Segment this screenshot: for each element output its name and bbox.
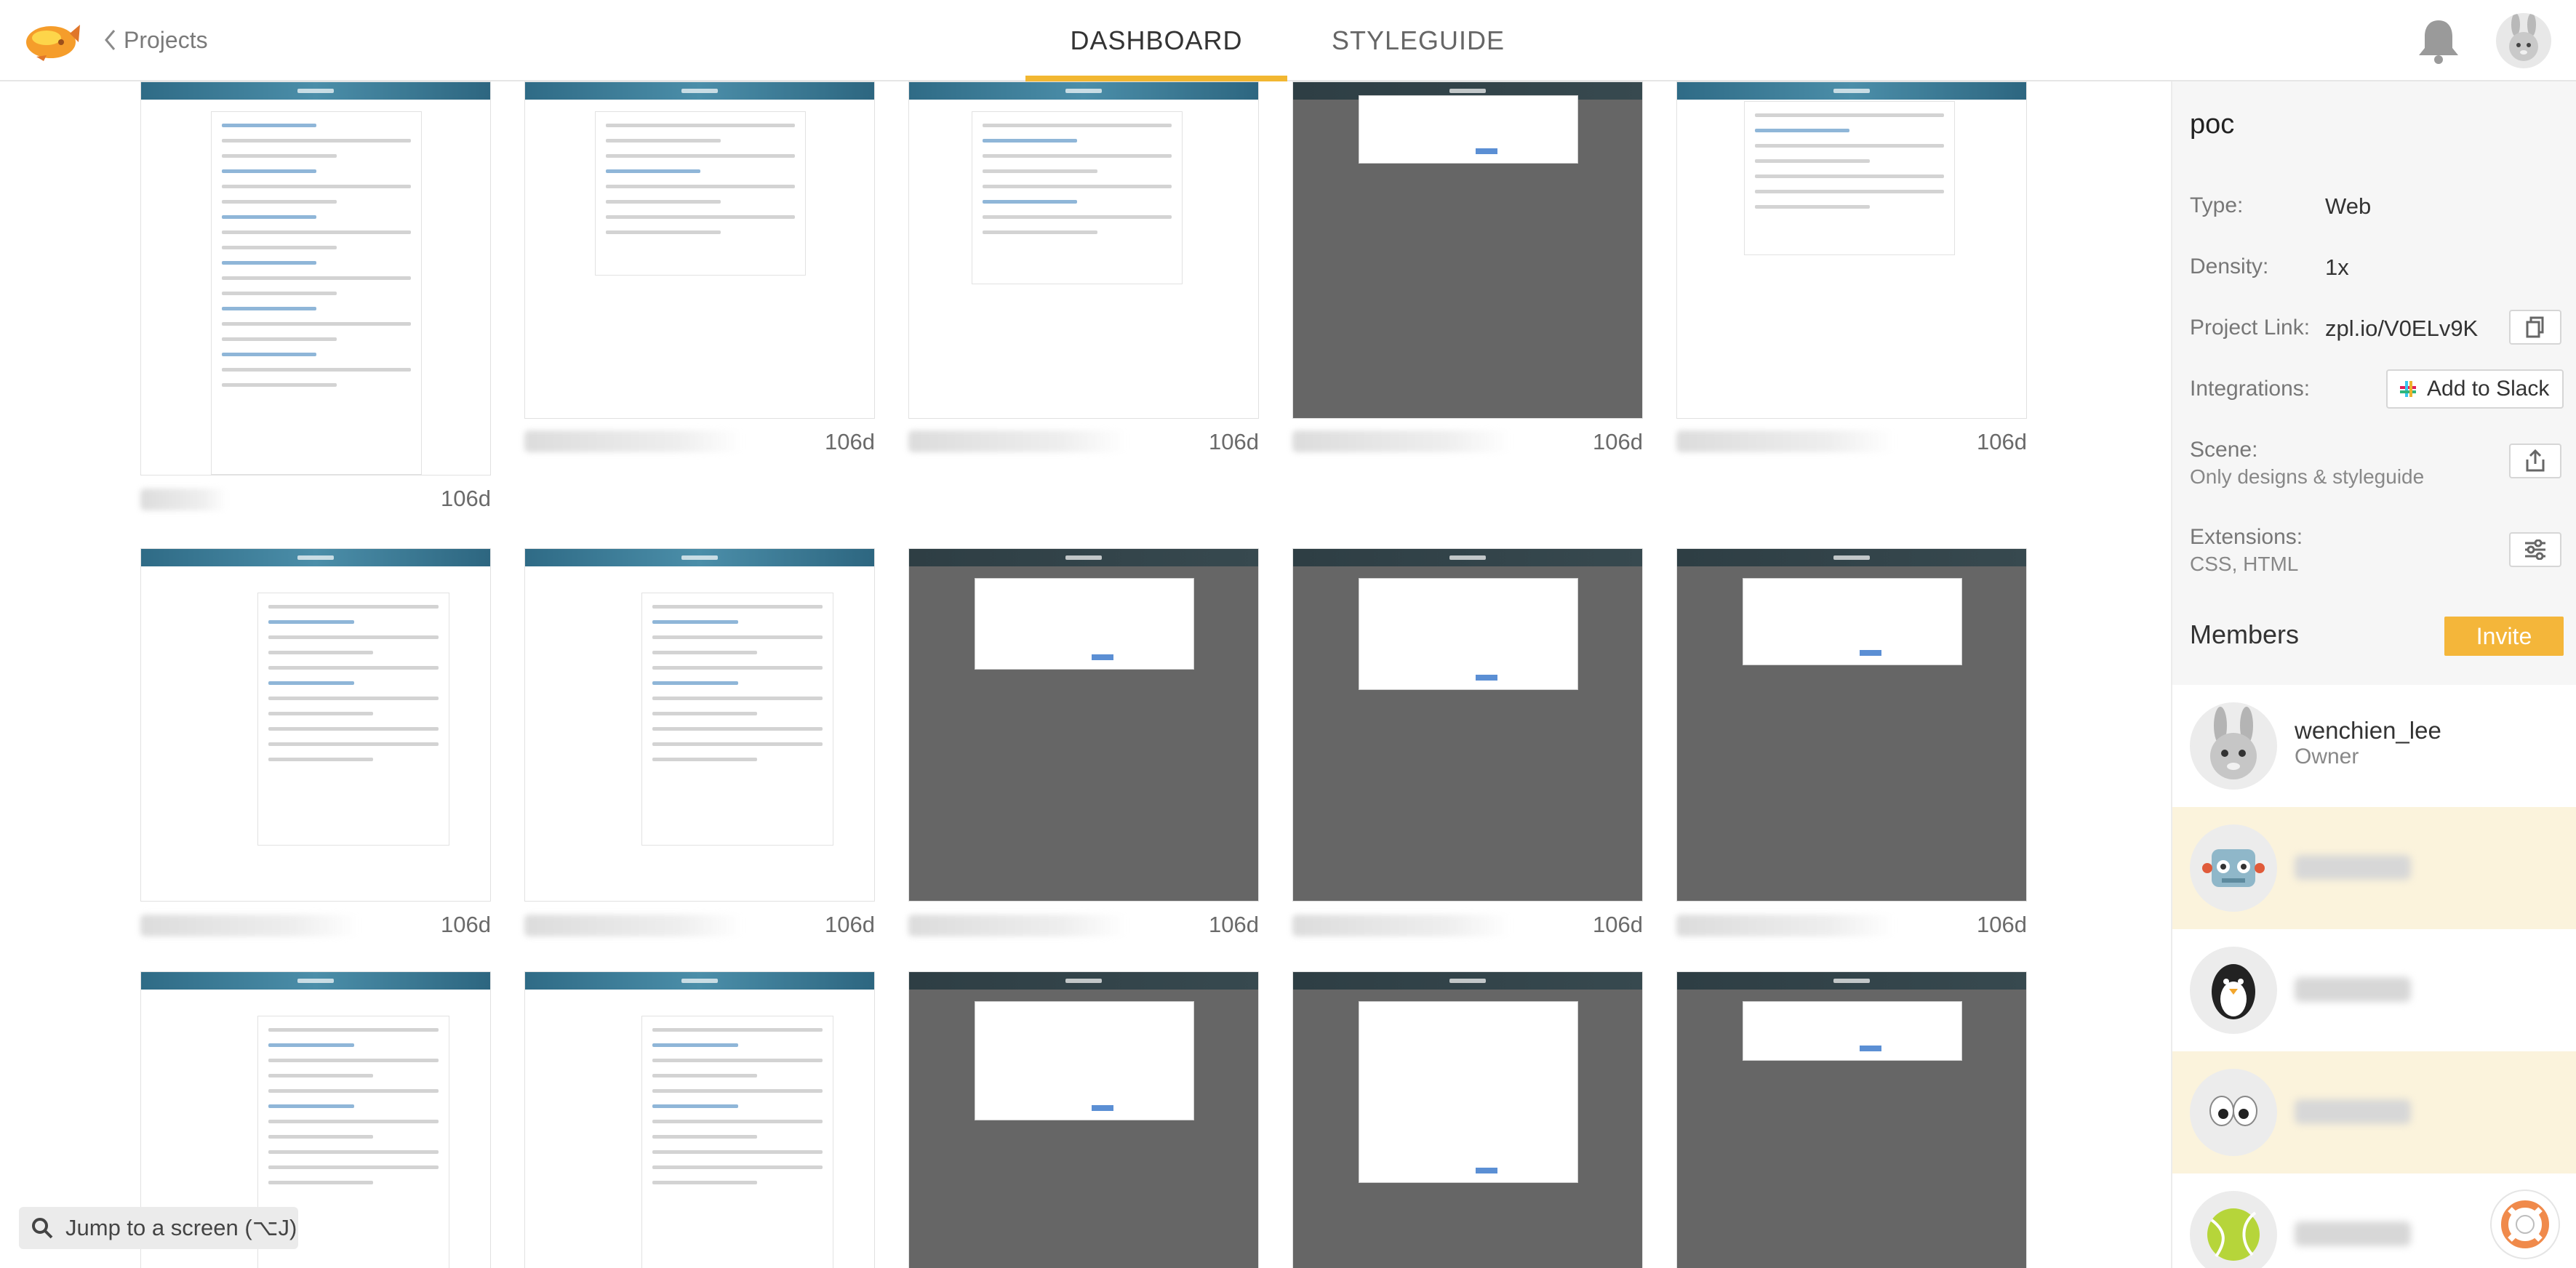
screen-age: 106d <box>825 912 875 937</box>
screen-name-redacted <box>140 915 359 936</box>
screen-name-redacted <box>908 430 1127 452</box>
screens-grid: 106d 106d 106d 106d 106d 106d 106d 106d … <box>0 81 2171 1268</box>
density-label: Density: <box>2190 254 2269 278</box>
scene-value: Only designs & styleguide <box>2190 465 2425 488</box>
screen-name-redacted <box>1292 915 1511 936</box>
density-value: 1x <box>2325 254 2349 280</box>
back-link-label: Projects <box>124 26 208 53</box>
type-value: Web <box>2325 193 2372 219</box>
screen-age: 106d <box>1977 912 2027 937</box>
scene-label: Scene: <box>2190 438 2258 462</box>
top-bar: Projects DASHBOARD STYLEGUIDE <box>0 0 2576 81</box>
screen-name-redacted <box>524 915 743 936</box>
screen-thumbnail <box>1292 548 1643 902</box>
project-sidebar: poc Type: Web Density: 1x Project Link: … <box>2171 81 2576 1268</box>
project-link-value[interactable]: zpl.io/V0ELv9K <box>2325 316 2478 342</box>
screen-thumbnail <box>1292 81 1643 419</box>
extensions-label: Extensions: <box>2190 525 2303 549</box>
eyes-avatar <box>2190 1069 2277 1156</box>
chevron-left-icon <box>105 30 116 50</box>
project-name: poc <box>2190 109 2235 140</box>
member-item[interactable] <box>2172 1051 2576 1173</box>
rabbit-avatar-icon <box>2509 13 2538 61</box>
extensions-settings-button[interactable] <box>2509 532 2561 567</box>
screen-name-redacted <box>140 489 228 510</box>
screen-age: 106d <box>1593 912 1643 937</box>
rabbit-avatar-icon <box>2210 707 2257 779</box>
help-button[interactable] <box>2490 1189 2560 1259</box>
jump-to-screen-button[interactable]: Jump to a screen (⌥J) <box>19 1207 298 1249</box>
search-icon <box>32 1218 53 1239</box>
integrations-label: Integrations: <box>2190 377 2311 401</box>
screen-thumbnail <box>1676 548 2027 902</box>
screen-name-redacted <box>1676 430 1895 452</box>
screen-age: 106d <box>441 912 491 937</box>
screen-thumbnail <box>908 971 1259 1268</box>
screen-thumbnail <box>908 548 1259 902</box>
eyes-avatar-icon <box>2209 1096 2257 1126</box>
sliders-icon <box>2525 539 2545 560</box>
jump-to-screen-label: Jump to a screen (⌥J) <box>65 1215 297 1240</box>
screen-age: 106d <box>1977 429 2027 454</box>
tennis-ball-avatar-icon <box>2207 1208 2260 1261</box>
screen-thumbnail <box>140 548 491 902</box>
share-icon <box>2526 449 2545 472</box>
type-label: Type: <box>2190 193 2244 217</box>
tab-dashboard[interactable]: DASHBOARD <box>1025 0 1287 81</box>
member-name-redacted <box>2295 1099 2411 1124</box>
screen-age: 106d <box>825 429 875 454</box>
member-name-redacted <box>2295 1221 2411 1246</box>
robot-avatar-icon <box>2202 849 2265 887</box>
add-to-slack-button[interactable]: Add to Slack <box>2386 369 2564 409</box>
robot-avatar <box>2190 824 2277 912</box>
member-role: Owner <box>2295 745 2359 769</box>
member-item[interactable] <box>2172 807 2576 929</box>
copy-icon <box>2526 316 2544 338</box>
member-name: wenchien_lee <box>2295 717 2441 744</box>
screen-thumbnail <box>140 81 491 476</box>
slack-icon <box>2400 381 2416 397</box>
main-tabs: DASHBOARD STYLEGUIDE <box>1025 0 1549 81</box>
member-name-redacted <box>2295 855 2411 880</box>
member-name-redacted <box>2295 977 2411 1002</box>
screen-thumbnail <box>524 971 875 1268</box>
screen-thumbnail <box>908 81 1259 419</box>
notifications-bell-icon[interactable] <box>2415 16 2463 65</box>
copy-link-button[interactable] <box>2509 310 2561 345</box>
screen-name-redacted <box>908 915 1127 936</box>
user-avatar[interactable] <box>2496 13 2551 68</box>
screen-name-redacted <box>1676 915 1895 936</box>
extensions-value: CSS, HTML <box>2190 553 2299 575</box>
share-scene-button[interactable] <box>2509 444 2561 478</box>
project-link-label: Project Link: <box>2190 316 2311 340</box>
rabbit-avatar <box>2190 702 2277 790</box>
member-item[interactable] <box>2172 929 2576 1051</box>
add-to-slack-label: Add to Slack <box>2427 377 2550 401</box>
screen-thumbnail <box>524 548 875 902</box>
tab-styleguide[interactable]: STYLEGUIDE <box>1287 0 1549 81</box>
screen-thumbnail <box>1676 971 2027 1268</box>
invite-button[interactable]: Invite <box>2444 617 2564 656</box>
screen-age: 106d <box>441 486 491 511</box>
screen-thumbnail <box>524 81 875 419</box>
screen-name-redacted <box>524 430 743 452</box>
penguin-avatar <box>2190 947 2277 1034</box>
screen-thumbnail <box>1676 81 2027 419</box>
screen-age: 106d <box>1209 912 1259 937</box>
penguin-avatar-icon <box>2212 964 2255 1019</box>
screen-age: 106d <box>1593 429 1643 454</box>
screen-age: 106d <box>1209 429 1259 454</box>
screen-name-redacted <box>1292 430 1511 452</box>
back-to-projects-link[interactable]: Projects <box>103 22 208 58</box>
member-item[interactable]: wenchien_lee Owner <box>2172 685 2576 807</box>
members-title: Members <box>2190 619 2300 649</box>
zeplin-logo-icon[interactable] <box>22 13 81 64</box>
life-ring-icon <box>2501 1200 2549 1248</box>
tennis-ball-avatar <box>2190 1191 2277 1268</box>
screen-thumbnail <box>1292 971 1643 1268</box>
